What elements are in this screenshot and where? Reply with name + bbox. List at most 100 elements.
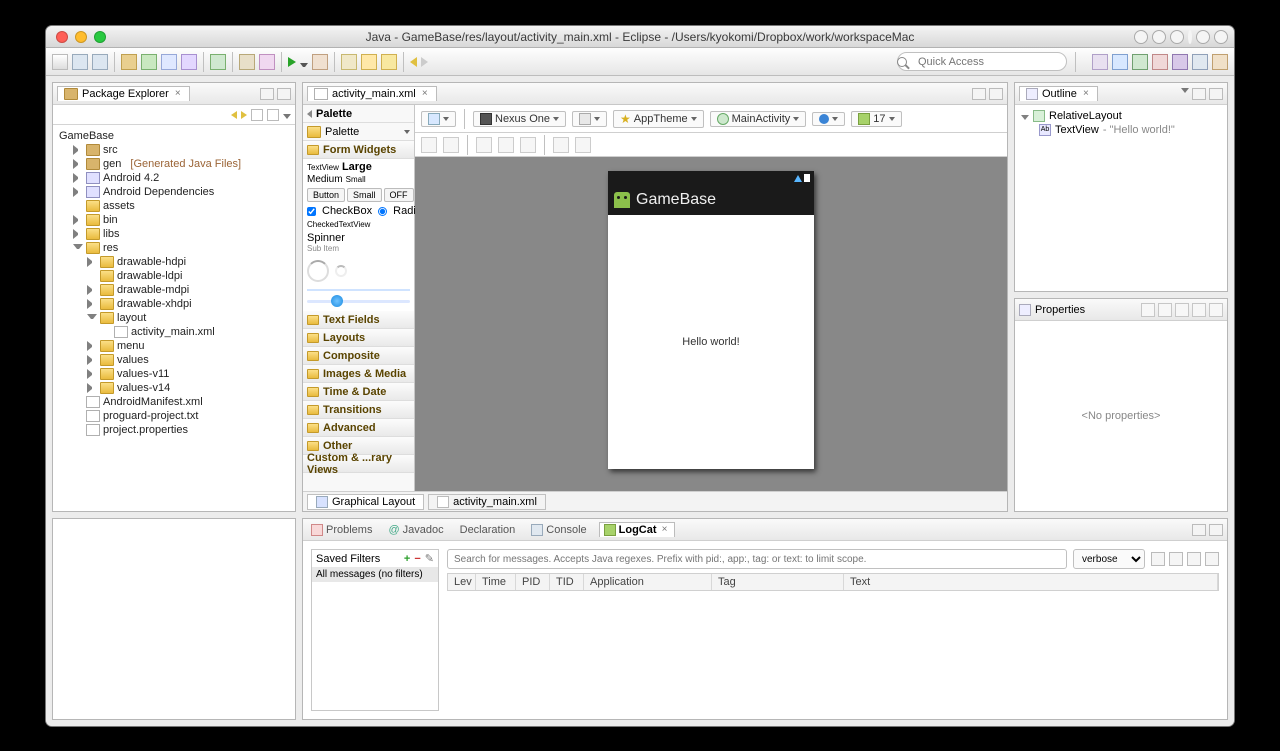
xml-source-tab[interactable]: activity_main.xml: [428, 494, 546, 510]
activity-dropdown[interactable]: MainActivity: [710, 111, 807, 127]
libs-node[interactable]: libs: [73, 227, 289, 241]
minimize-view-icon[interactable]: [972, 88, 986, 100]
nav-back-icon[interactable]: [410, 57, 417, 67]
states2-icon[interactable]: [498, 137, 514, 153]
col-pid[interactable]: PID: [516, 574, 550, 590]
proguard-node[interactable]: proguard-project.txt: [73, 409, 289, 423]
save-all-icon[interactable]: [92, 54, 108, 70]
drawable-mdpi-node[interactable]: drawable-mdpi: [87, 283, 289, 297]
res-node[interactable]: res: [73, 241, 289, 255]
edit-filter-icon[interactable]: ✎: [425, 552, 434, 565]
advanced-group[interactable]: Advanced: [303, 419, 414, 437]
package-explorer-tab[interactable]: Package Explorer ×: [57, 86, 190, 101]
search-icon[interactable]: [361, 54, 377, 70]
maximize-view-icon[interactable]: [989, 88, 1003, 100]
device-body[interactable]: Hello world!: [608, 215, 814, 469]
values-node[interactable]: values: [87, 353, 289, 367]
layout-file-node[interactable]: activity_main.xml: [101, 325, 289, 339]
zoom-fit-icon[interactable]: [1134, 30, 1148, 44]
close-tab-icon[interactable]: ×: [173, 89, 183, 99]
zoom-reset-icon[interactable]: [1152, 30, 1166, 44]
config-dropdown[interactable]: [421, 111, 456, 127]
text-fields-group[interactable]: Text Fields: [303, 311, 414, 329]
external-tools-icon[interactable]: [312, 54, 328, 70]
palette-spinner-widget[interactable]: SpinnerSub Item: [307, 232, 410, 253]
palette-small-button-widget[interactable]: Small: [347, 188, 382, 202]
col-time[interactable]: Time: [476, 574, 516, 590]
drawable-hdpi-node[interactable]: drawable-hdpi: [87, 255, 289, 269]
quick-access-input[interactable]: [897, 52, 1067, 71]
clear-log-icon[interactable]: [1169, 552, 1183, 566]
palette-radio-widget[interactable]: [378, 207, 387, 216]
outline-root-node[interactable]: RelativeLayout: [1021, 109, 1221, 123]
src-node[interactable]: src: [73, 143, 289, 157]
transitions-group[interactable]: Transitions: [303, 401, 414, 419]
run-dropdown-icon[interactable]: [300, 63, 308, 67]
hierarchy-perspective-icon[interactable]: [1172, 54, 1188, 70]
close-tab-icon[interactable]: ×: [660, 525, 670, 535]
minimize-view-icon[interactable]: [1192, 524, 1206, 536]
palette-breadcrumb[interactable]: Palette: [303, 105, 414, 123]
remove-filter-icon[interactable]: −: [414, 553, 420, 565]
new-icon[interactable]: [52, 54, 68, 70]
project-node[interactable]: GameBase: [59, 129, 289, 143]
col-level[interactable]: Lev: [448, 574, 476, 590]
palette-ctv-widget[interactable]: CheckedTextView: [307, 220, 410, 229]
fwd-nav-icon[interactable]: [241, 111, 247, 119]
view-menu-icon[interactable]: [1181, 88, 1189, 93]
package-icon[interactable]: [121, 54, 137, 70]
manifest-node[interactable]: AndroidManifest.xml: [73, 395, 289, 409]
logcat-level-select[interactable]: verbose: [1073, 549, 1145, 569]
minimize-view-icon[interactable]: [260, 88, 274, 100]
drawable-xhdpi-node[interactable]: drawable-xhdpi: [87, 297, 289, 311]
scroll-lock-icon[interactable]: [1205, 552, 1219, 566]
pixel-perspective-icon[interactable]: [1192, 54, 1208, 70]
sdk-manager-icon[interactable]: [161, 54, 177, 70]
close-tab-icon[interactable]: ×: [1081, 89, 1091, 99]
declaration-tab[interactable]: Declaration: [456, 523, 520, 537]
clip-icon[interactable]: [575, 137, 591, 153]
props-expand-icon[interactable]: [1192, 303, 1206, 317]
minimize-view-icon[interactable]: [1192, 88, 1206, 100]
back-nav-icon[interactable]: [231, 111, 237, 119]
debug-perspective-icon[interactable]: [1152, 54, 1168, 70]
emulate-icon[interactable]: [553, 137, 569, 153]
states3-icon[interactable]: [520, 137, 536, 153]
states-icon[interactable]: [476, 137, 492, 153]
collapse-all-icon[interactable]: [251, 109, 263, 121]
hello-textview[interactable]: Hello world!: [682, 336, 739, 348]
device-preview[interactable]: GameBase Hello world!: [608, 171, 814, 469]
java-perspective-icon[interactable]: [1112, 54, 1128, 70]
debug-icon[interactable]: [259, 54, 275, 70]
outline-tab[interactable]: Outline×: [1019, 86, 1098, 101]
time-group[interactable]: Time & Date: [303, 383, 414, 401]
progress-circle-icon[interactable]: [307, 260, 329, 282]
logcat-search-input[interactable]: [447, 549, 1067, 569]
props-collapse-icon[interactable]: [1209, 303, 1223, 317]
gen-node[interactable]: gen [Generated Java Files]: [73, 157, 289, 171]
export-log-icon[interactable]: [1187, 552, 1201, 566]
nav-fwd-icon[interactable]: [421, 57, 428, 67]
zoom-100-icon[interactable]: [1170, 30, 1184, 44]
refresh-icon[interactable]: [141, 54, 157, 70]
editor-tab[interactable]: activity_main.xml ×: [307, 86, 437, 101]
col-tag[interactable]: Tag: [712, 574, 844, 590]
link-editor-icon[interactable]: [267, 109, 279, 121]
pencil-icon[interactable]: [381, 54, 397, 70]
run-icon[interactable]: [288, 57, 296, 67]
view-menu-icon[interactable]: [283, 114, 291, 119]
git-perspective-icon[interactable]: [1212, 54, 1228, 70]
maximize-view-icon[interactable]: [277, 88, 291, 100]
palette-checkbox-widget[interactable]: [307, 207, 316, 216]
palette-dropdown[interactable]: Palette: [303, 123, 414, 141]
logcat-tab[interactable]: LogCat×: [599, 522, 675, 537]
values14-node[interactable]: values-v14: [87, 381, 289, 395]
problems-tab[interactable]: Problems: [307, 523, 376, 537]
palette-toggle-widget[interactable]: OFF: [384, 188, 414, 202]
maximize-view-icon[interactable]: [1209, 88, 1223, 100]
outline-tree[interactable]: RelativeLayout AbTextView - "Hello world…: [1015, 105, 1227, 291]
maximize-view-icon[interactable]: [1209, 524, 1223, 536]
wand-icon[interactable]: [239, 54, 255, 70]
orientation-dropdown[interactable]: [572, 111, 607, 127]
lint-icon[interactable]: [210, 54, 226, 70]
